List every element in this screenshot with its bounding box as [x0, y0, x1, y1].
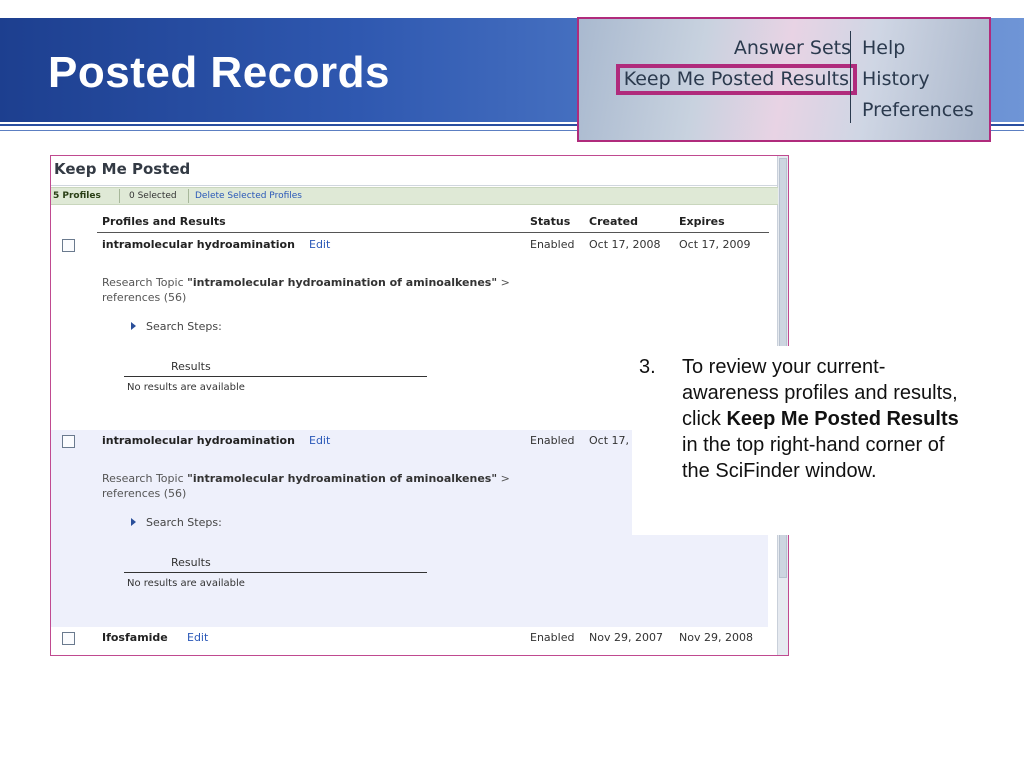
profile-count: 5 Profiles	[53, 191, 101, 201]
profile-checkbox[interactable]	[62, 632, 75, 645]
toolbar-separator	[119, 189, 120, 203]
delete-selected-profiles-link[interactable]: Delete Selected Profiles	[195, 191, 302, 201]
results-divider	[124, 376, 427, 377]
nav-link-answer-sets[interactable]: Answer Sets	[591, 33, 851, 64]
column-header-status[interactable]: Status	[530, 215, 570, 228]
panel-title: Keep Me Posted	[54, 160, 191, 178]
profile-status: Enabled	[530, 434, 575, 447]
profiles-toolbar: 5 Profiles 0 Selected Delete Selected Pr…	[51, 187, 778, 205]
research-topic-prefix: Research Topic	[102, 276, 188, 289]
profile-name[interactable]: Ifosfamide	[102, 631, 168, 644]
research-topic[interactable]: Research Topic "intramolecular hydroamin…	[102, 471, 522, 501]
nav-link-help[interactable]: Help	[862, 33, 974, 64]
edit-profile-link[interactable]: Edit	[187, 631, 208, 644]
column-header-profiles[interactable]: Profiles and Results	[102, 215, 226, 228]
nav-right-links: Help History Preferences	[862, 33, 974, 126]
column-header-divider	[97, 232, 769, 233]
panel-title-divider	[51, 185, 778, 186]
profile-expires: Nov 29, 2008	[679, 631, 753, 644]
instruction-text-bold: Keep Me Posted Results	[726, 408, 959, 430]
column-header-expires[interactable]: Expires	[679, 215, 725, 228]
nav-separator	[850, 31, 851, 123]
nav-left-links: Answer Sets Keep Me Posted Results	[591, 33, 857, 95]
expand-arrow-icon	[131, 518, 136, 526]
profile-name[interactable]: intramolecular hydroamination	[102, 434, 295, 447]
research-topic-prefix: Research Topic	[102, 472, 188, 485]
instruction-text-after: in the top right-hand corner of the SciF…	[682, 434, 945, 482]
profile-checkbox[interactable]	[62, 239, 75, 252]
profile-created: Oct 17,	[589, 434, 630, 447]
column-header-created[interactable]: Created	[589, 215, 638, 228]
profile-created: Nov 29, 2007	[589, 631, 663, 644]
profile-status: Enabled	[530, 631, 575, 644]
research-topic[interactable]: Research Topic "intramolecular hydroamin…	[102, 275, 522, 305]
profile-status: Enabled	[530, 238, 575, 251]
search-steps-label: Search Steps:	[146, 320, 222, 333]
search-steps-label: Search Steps:	[146, 516, 222, 529]
instruction-text: To review your current-awareness profile…	[682, 354, 972, 484]
no-results-message: No results are available	[127, 578, 245, 589]
results-heading: Results	[171, 360, 211, 373]
profile-name[interactable]: intramolecular hydroamination	[102, 238, 295, 251]
research-topic-query: "intramolecular hydroamination of aminoa…	[187, 276, 498, 289]
nav-inset-screenshot: Answer Sets Keep Me Posted Results Help …	[577, 17, 991, 142]
no-results-message: No results are available	[127, 382, 245, 393]
research-topic-query: "intramolecular hydroamination of aminoa…	[187, 472, 498, 485]
results-divider	[124, 572, 427, 573]
slide-title: Posted Records	[48, 48, 390, 97]
search-steps-toggle[interactable]: Search Steps:	[131, 320, 222, 333]
step-number: 3.	[639, 356, 656, 378]
edit-profile-link[interactable]: Edit	[309, 238, 330, 251]
nav-link-keep-me-posted-results[interactable]: Keep Me Posted Results	[615, 64, 857, 95]
nav-link-history[interactable]: History	[862, 64, 974, 95]
profile-expires: Oct 17, 2009	[679, 238, 751, 251]
search-steps-toggle[interactable]: Search Steps:	[131, 516, 222, 529]
profile-checkbox[interactable]	[62, 435, 75, 448]
selected-count: 0 Selected	[129, 191, 177, 201]
instruction-callout: 3. To review your current-awareness prof…	[632, 346, 968, 535]
toolbar-separator	[188, 189, 189, 203]
nav-link-preferences[interactable]: Preferences	[862, 95, 974, 126]
expand-arrow-icon	[131, 322, 136, 330]
edit-profile-link[interactable]: Edit	[309, 434, 330, 447]
results-heading: Results	[171, 556, 211, 569]
profile-created: Oct 17, 2008	[589, 238, 661, 251]
